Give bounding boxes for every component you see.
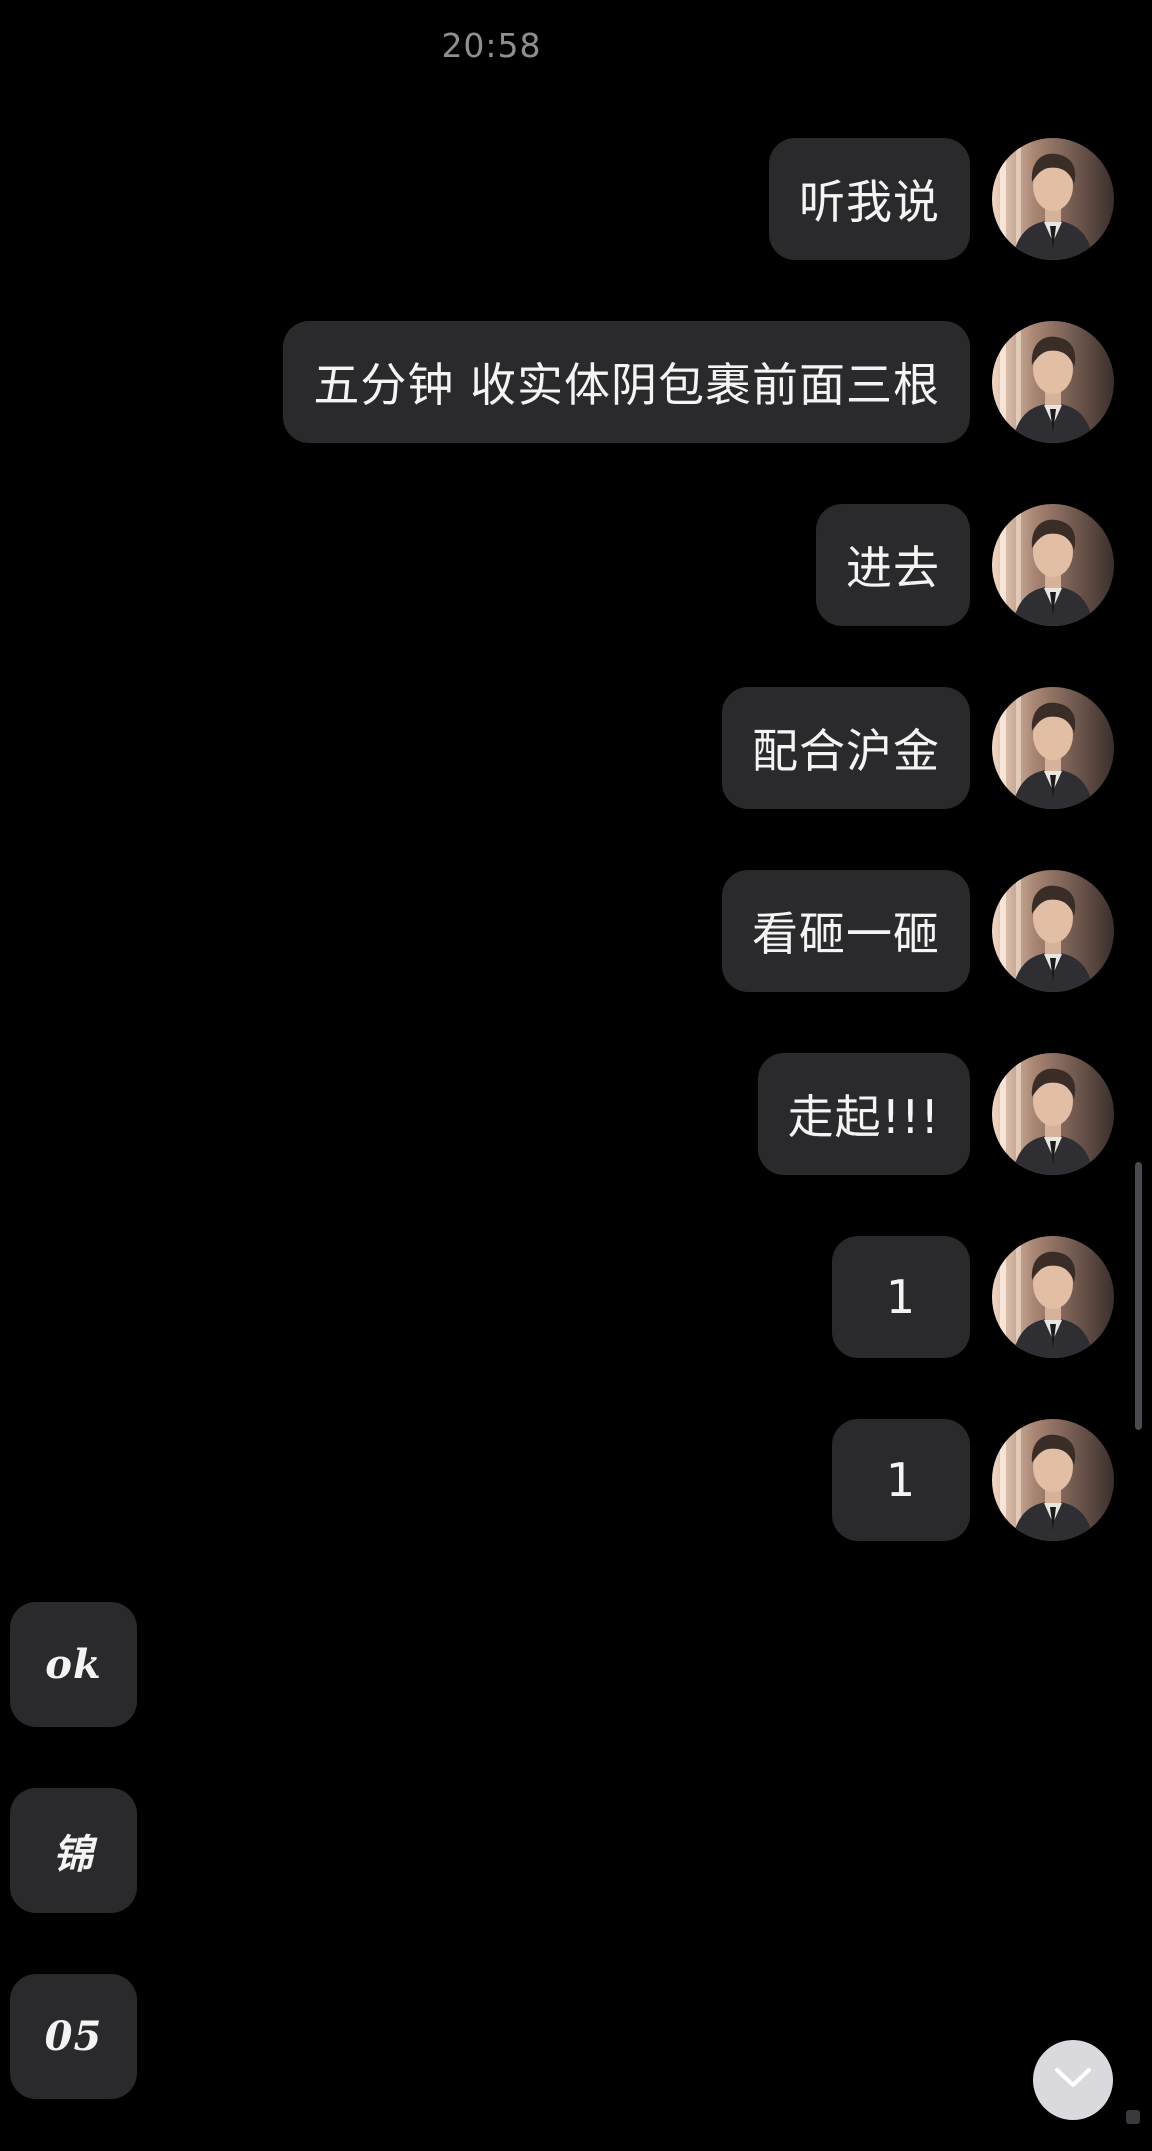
timestamp: 20:58 <box>441 26 542 65</box>
scroll-to-bottom-button[interactable] <box>1033 2040 1113 2120</box>
message-bubble[interactable]: 走起!!! <box>757 1053 970 1175</box>
avatar[interactable] <box>992 1419 1114 1541</box>
message-row-outgoing: 走起!!! <box>757 1053 1114 1175</box>
avatar[interactable] <box>992 1236 1114 1358</box>
message-row-outgoing: 进去 <box>816 504 1114 626</box>
avatar[interactable] <box>992 687 1114 809</box>
chevron-down-icon <box>1053 2066 1093 2094</box>
avatar[interactable] <box>992 138 1114 260</box>
message-bubble[interactable]: 1 <box>832 1236 970 1358</box>
avatar-icon <box>992 504 1114 626</box>
message-bubble[interactable]: 听我说 <box>769 138 970 260</box>
avatar[interactable] <box>992 321 1114 443</box>
message-row-incoming: ok <box>10 1602 137 1727</box>
avatar[interactable] <box>992 870 1114 992</box>
message-row-outgoing: 听我说 <box>769 138 1114 260</box>
message-bubble[interactable]: 05 <box>10 1974 137 2099</box>
avatar-icon <box>992 1236 1114 1358</box>
message-row-outgoing: 看砸一砸 <box>722 870 1114 992</box>
scrollbar[interactable] <box>1135 1162 1142 1430</box>
avatar[interactable] <box>992 504 1114 626</box>
message-row-outgoing: 1 <box>832 1419 1114 1541</box>
message-row-incoming: 锦 <box>10 1788 137 1913</box>
avatar-icon <box>992 870 1114 992</box>
avatar-icon <box>992 138 1114 260</box>
avatar-icon <box>992 321 1114 443</box>
message-row-outgoing: 配合沪金 <box>722 687 1114 809</box>
avatar-icon <box>992 1419 1114 1541</box>
message-row-outgoing: 1 <box>832 1236 1114 1358</box>
message-bubble[interactable]: 看砸一砸 <box>722 870 970 992</box>
corner-indicator <box>1126 2110 1140 2124</box>
message-bubble[interactable]: 配合沪金 <box>722 687 970 809</box>
message-bubble[interactable]: ok <box>10 1602 137 1727</box>
message-bubble[interactable]: 1 <box>832 1419 970 1541</box>
message-bubble[interactable]: 锦 <box>10 1788 137 1913</box>
message-row-incoming: 05 <box>10 1974 137 2099</box>
avatar[interactable] <box>992 1053 1114 1175</box>
avatar-icon <box>992 1053 1114 1175</box>
message-bubble[interactable]: 五分钟 收实体阴包裹前面三根 <box>283 321 970 443</box>
message-bubble[interactable]: 进去 <box>816 504 970 626</box>
message-row-outgoing: 五分钟 收实体阴包裹前面三根 <box>283 321 1114 443</box>
avatar-icon <box>992 687 1114 809</box>
